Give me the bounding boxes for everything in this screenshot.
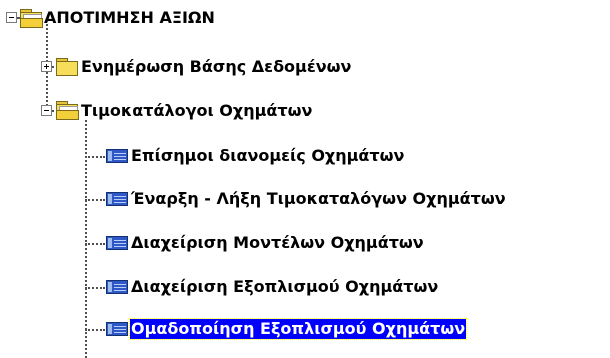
tree-leaf-label[interactable]: Διαχείριση Μοντέλων Οχημάτων [130, 233, 425, 253]
expand-icon[interactable] [41, 61, 52, 72]
tree-leaf-label[interactable]: Έναρξη - Λήξη Τιμοκαταλόγων Οχημάτων [130, 189, 507, 209]
collapse-icon[interactable] [6, 12, 17, 23]
tree-leaf-label[interactable]: Επίσημοι διανομείς Οχημάτων [130, 146, 405, 166]
tree-connector-h [85, 156, 105, 158]
tree-leaf-label[interactable]: Διαχείριση Εξοπλισμού Οχημάτων [130, 277, 439, 297]
collapse-icon[interactable] [41, 105, 52, 116]
form-icon [106, 322, 128, 336]
form-icon [106, 236, 128, 250]
tree-connector-h [85, 329, 105, 331]
tree-leaf-label-selected[interactable]: Ομαδοποίηση Εξοπλισμού Οχημάτων [128, 318, 468, 340]
folder-open-icon [56, 101, 79, 120]
tree-view: ΑΠΟΤΙΜΗΣΗ ΑΞΙΩΝ Ενημέρωση Βάσης Δεδομένω… [0, 0, 610, 358]
tree-connector-h [85, 287, 105, 289]
tree-node-label[interactable]: ΑΠΟΤΙΜΗΣΗ ΑΞΙΩΝ [43, 8, 216, 28]
folder-open-icon [20, 9, 43, 28]
tree-connector-h [85, 243, 105, 245]
form-icon [106, 280, 128, 294]
folder-icon [56, 58, 78, 76]
tree-node-label[interactable]: Ενημέρωση Βάσης Δεδομένων [80, 57, 352, 77]
tree-connector-h [85, 199, 105, 201]
form-icon [106, 192, 128, 206]
form-icon [106, 149, 128, 163]
tree-node-label[interactable]: Τιμοκατάλογοι Οχημάτων [80, 101, 313, 121]
